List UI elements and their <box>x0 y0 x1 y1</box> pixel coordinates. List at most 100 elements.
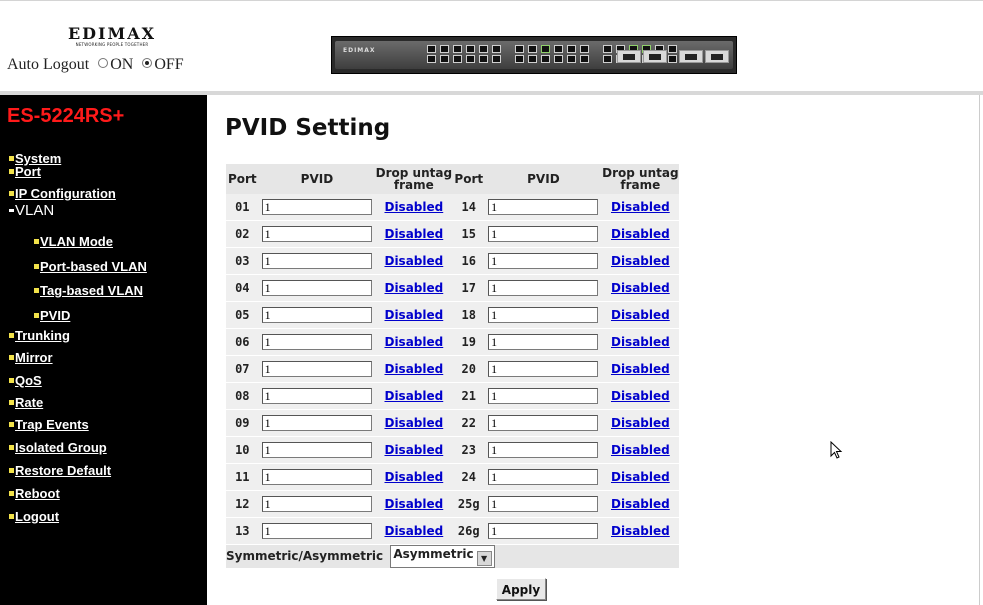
drop-untag-link[interactable]: Disabled <box>611 308 670 322</box>
scrollbar[interactable] <box>979 95 983 605</box>
drop-untag-link[interactable]: Disabled <box>384 335 443 349</box>
pvid-input[interactable] <box>488 253 599 269</box>
table-row: 13 Disabled 26g Disabled <box>226 517 679 545</box>
drop-untag-link[interactable]: Disabled <box>611 227 670 241</box>
drop-untag-link[interactable]: Disabled <box>384 227 443 241</box>
pvid-input[interactable] <box>261 415 372 431</box>
drop-untag-link[interactable]: Disabled <box>611 254 670 268</box>
pvid-input[interactable] <box>261 361 372 377</box>
drop-untag-link[interactable]: Disabled <box>611 335 670 349</box>
drop-untag-link[interactable]: Disabled <box>611 281 670 295</box>
sidebar-item-restore-default[interactable]: Restore Default <box>9 463 111 479</box>
sidebar-item-rate[interactable]: Rate <box>9 395 43 411</box>
pvid-input[interactable] <box>488 280 599 296</box>
port-number: 21 <box>461 389 476 403</box>
sidebar-item-isolated-group[interactable]: Isolated Group <box>9 440 107 456</box>
drop-untag-link[interactable]: Disabled <box>384 362 443 376</box>
table-cell <box>485 382 602 410</box>
drop-untag-link[interactable]: Disabled <box>611 470 670 484</box>
bullet-icon <box>9 191 14 196</box>
device-model: ES-5224RS+ <box>7 105 125 127</box>
symmetric-select-value: Asymmetric <box>393 547 474 561</box>
switch-port <box>541 55 550 63</box>
pvid-input[interactable] <box>261 253 372 269</box>
pvid-input[interactable] <box>261 496 372 512</box>
table-row: 02 Disabled 15 Disabled <box>226 220 679 248</box>
drop-untag-link[interactable]: Disabled <box>384 308 443 322</box>
pvid-input[interactable] <box>488 469 599 485</box>
pvid-input[interactable] <box>261 226 372 242</box>
drop-untag-link[interactable]: Disabled <box>611 497 670 511</box>
sidebar-item-logout[interactable]: Logout <box>9 509 59 525</box>
chevron-down-icon[interactable]: ▼ <box>476 551 492 566</box>
drop-untag-link[interactable]: Disabled <box>384 416 443 430</box>
sidebar-item-trunking[interactable]: Trunking <box>9 328 70 344</box>
table-cell: Disabled <box>375 409 453 437</box>
pvid-input[interactable] <box>488 361 599 377</box>
pvid-input[interactable] <box>261 280 372 296</box>
drop-untag-link[interactable]: Disabled <box>384 443 443 457</box>
drop-untag-link[interactable]: Disabled <box>384 524 443 538</box>
table-cell: 23 <box>452 436 486 464</box>
drop-untag-link[interactable]: Disabled <box>384 200 443 214</box>
auto-logout-on-label: ON <box>110 56 134 73</box>
switch-sfp-port <box>643 50 667 63</box>
apply-button[interactable]: Apply <box>496 578 546 600</box>
pvid-input[interactable] <box>261 523 372 539</box>
symmetric-select[interactable]: Asymmetric ▼ <box>390 545 495 568</box>
sidebar-item-pvid[interactable]: PVID <box>34 308 70 324</box>
table-cell: Disabled <box>375 247 453 275</box>
sidebar-item-vlan-mode[interactable]: VLAN Mode <box>34 234 113 250</box>
drop-untag-link[interactable]: Disabled <box>384 389 443 403</box>
table-cell: 01 <box>226 194 259 221</box>
drop-untag-link[interactable]: Disabled <box>611 443 670 457</box>
drop-untag-link[interactable]: Disabled <box>384 254 443 268</box>
pvid-input[interactable] <box>261 442 372 458</box>
pvid-input[interactable] <box>488 523 599 539</box>
pvid-input[interactable] <box>261 199 372 215</box>
auto-logout-off-radio[interactable] <box>142 58 153 68</box>
pvid-input[interactable] <box>261 334 372 350</box>
drop-untag-link[interactable]: Disabled <box>384 281 443 295</box>
table-cell: 20 <box>452 355 486 383</box>
pvid-input[interactable] <box>488 334 599 350</box>
pvid-input[interactable] <box>488 226 599 242</box>
pvid-input[interactable] <box>488 415 599 431</box>
drop-untag-link[interactable]: Disabled <box>384 497 443 511</box>
drop-untag-link[interactable]: Disabled <box>611 200 670 214</box>
bullet-icon <box>9 209 14 212</box>
pvid-input[interactable] <box>488 199 599 215</box>
pvid-input[interactable] <box>488 388 599 404</box>
drop-untag-link[interactable]: Disabled <box>611 524 670 538</box>
pvid-input[interactable] <box>261 469 372 485</box>
pvid-input[interactable] <box>488 307 599 323</box>
sidebar-item-port-based-vlan[interactable]: Port-based VLAN <box>34 259 147 275</box>
pvid-input[interactable] <box>261 388 372 404</box>
pvid-input[interactable] <box>488 496 599 512</box>
switch-port <box>528 55 537 63</box>
drop-untag-link[interactable]: Disabled <box>611 362 670 376</box>
table-cell: Disabled <box>375 355 453 383</box>
drop-untag-link[interactable]: Disabled <box>611 416 670 430</box>
switch-port <box>668 45 677 53</box>
auto-logout-on-radio[interactable] <box>98 58 109 68</box>
sidebar-item-qos[interactable]: QoS <box>9 373 42 389</box>
pvid-input[interactable] <box>488 442 599 458</box>
sidebar-item-mirror[interactable]: Mirror <box>9 350 53 366</box>
auto-logout-label: Auto Logout <box>7 56 90 73</box>
sidebar-item-vlan[interactable]: VLAN <box>9 203 54 219</box>
sidebar-item-tag-based-vlan[interactable]: Tag-based VLAN <box>34 283 143 299</box>
sidebar-item-reboot[interactable]: Reboot <box>9 486 60 502</box>
sidebar: ES-5224RS+ System Port IP Configuration VLA… <box>0 95 207 605</box>
sidebar-item-trap-events[interactable]: Trap Events <box>9 417 89 433</box>
auto-logout-control: Auto Logout ON OFF <box>7 56 184 74</box>
pvid-input[interactable] <box>261 307 372 323</box>
drop-untag-link[interactable]: Disabled <box>611 389 670 403</box>
logo-slogan: NETWORKING PEOPLE TOGETHER <box>75 42 149 47</box>
sidebar-item-port[interactable]: Port <box>9 164 41 180</box>
drop-untag-link[interactable]: Disabled <box>384 470 443 484</box>
col-header-drop-right: Drop untag frame <box>601 164 679 194</box>
sidebar-item-ip-configuration[interactable]: IP Configuration <box>9 186 116 202</box>
table-cell: 10 <box>226 436 259 464</box>
mouse-cursor-icon <box>830 441 843 459</box>
